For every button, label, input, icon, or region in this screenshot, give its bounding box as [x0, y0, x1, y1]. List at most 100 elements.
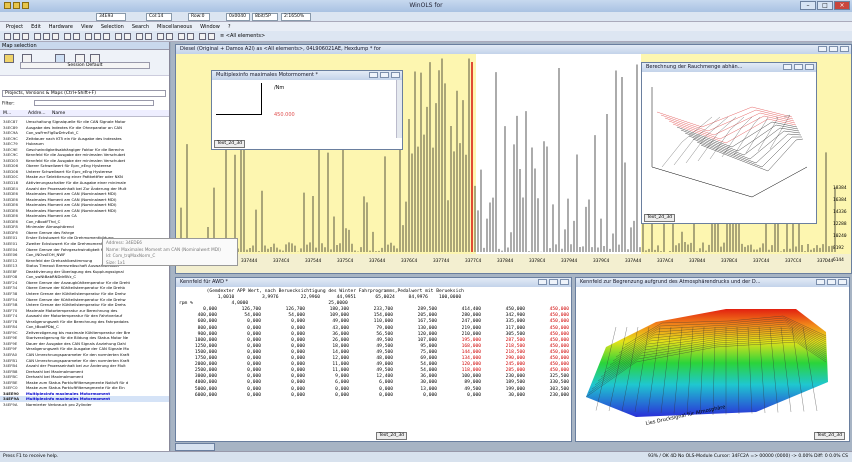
vertical-scrollbar[interactable]	[396, 80, 402, 138]
value-field[interactable]: 0x0040	[226, 13, 250, 21]
menu-item[interactable]: Hardware	[49, 24, 73, 30]
zoom-out-icon[interactable]	[166, 33, 173, 40]
status-bar: Press F1 to receive help. 93% / OK 4D No…	[0, 451, 852, 462]
x-tick-label: 337B44	[689, 258, 706, 264]
filter-input[interactable]	[34, 100, 155, 106]
checksum-icon[interactable]	[115, 33, 122, 40]
3d-view-icon[interactable]	[103, 33, 110, 40]
minimize-icon[interactable]	[818, 46, 827, 52]
table-area[interactable]: (Gemdexter APP Wert, nach Beruecksichtig…	[176, 287, 571, 433]
address-field[interactable]: 34E93	[96, 13, 126, 21]
table-row: 6000,000 0,000 0,000 0,000 0,000 0,000 0,000 30…	[179, 393, 569, 399]
selection-filter[interactable]: ≡ <All elements>	[220, 33, 265, 39]
menu-item[interactable]: Selection	[101, 24, 124, 30]
y-tick-label: 18384	[833, 185, 847, 191]
close-button[interactable]: ×	[834, 1, 850, 10]
compare-icon[interactable]	[124, 33, 131, 40]
new-icon[interactable]	[4, 33, 11, 40]
menu-item[interactable]: Window	[200, 24, 220, 30]
hex-icon[interactable]	[136, 33, 143, 40]
3d-wireframe-view[interactable]	[642, 72, 816, 214]
view-tabs[interactable]: Text_2d_3d	[644, 214, 676, 222]
y-tick-label: 14336	[833, 209, 847, 215]
cut-icon[interactable]	[34, 33, 41, 40]
filter-row: Filter:	[2, 100, 166, 107]
table-cell[interactable]: 0,000	[349, 393, 393, 399]
maximize-icon[interactable]	[794, 64, 803, 70]
maximize-icon[interactable]	[549, 279, 558, 285]
table-cell[interactable]: 0,000	[437, 393, 481, 399]
minimize-icon[interactable]	[783, 64, 792, 70]
bookmark-icon[interactable]	[199, 33, 206, 40]
maximize-icon[interactable]	[380, 72, 389, 78]
menu-item[interactable]: Project	[6, 24, 23, 30]
minimize-icon[interactable]	[816, 279, 825, 285]
view-tabs[interactable]: Text_2d_3d	[813, 432, 845, 440]
minimize-button[interactable]: –	[800, 1, 816, 10]
window-title: Berechnung der Rauchmenge abhän...	[646, 64, 743, 70]
row-field[interactable]: Row:0	[188, 13, 210, 21]
zoom-field[interactable]: 2:1650%	[281, 13, 311, 21]
find-icon[interactable]	[64, 33, 71, 40]
map-tooltip: Address: 34EDE6 Name: Maximales Moment a…	[102, 238, 238, 266]
close-icon[interactable]	[840, 46, 849, 52]
view-tabs[interactable]: Text_2d_3d	[376, 432, 408, 440]
table-cell[interactable]: 230,000	[525, 393, 569, 399]
text-view-icon[interactable]	[85, 33, 92, 40]
menu-item[interactable]: Edit	[31, 24, 41, 30]
maximize-icon[interactable]	[829, 46, 838, 52]
panel-title: Map selection	[0, 42, 169, 50]
minimize-icon[interactable]	[538, 279, 547, 285]
view-tabs[interactable]: Text_2d_3d	[214, 140, 246, 148]
table-cell[interactable]: 30,000	[481, 393, 525, 399]
tooltip-line: Size: 1x1	[106, 259, 126, 265]
x-tick-label: 337AC4	[657, 258, 674, 264]
minimize-icon[interactable]	[369, 72, 378, 78]
close-icon[interactable]	[391, 72, 400, 78]
next-map-icon[interactable]	[187, 33, 194, 40]
map-value[interactable]: 450.000	[274, 112, 295, 118]
x-tick-label: 337BC4	[721, 258, 738, 264]
paste-icon[interactable]	[52, 33, 59, 40]
session-button[interactable]: Session Default	[20, 62, 150, 69]
copy-icon[interactable]	[43, 33, 50, 40]
folder-icon[interactable]	[4, 54, 14, 63]
list-item[interactable]: 34EF9A Normierter Verbrauch pro Zylinder	[0, 402, 169, 408]
close-icon[interactable]	[838, 279, 847, 285]
prev-map-icon[interactable]	[178, 33, 185, 40]
status-help: Press F1 to receive help.	[3, 454, 59, 459]
menu-item[interactable]: View	[81, 24, 93, 30]
table-cell[interactable]: 0,000	[393, 393, 437, 399]
menu-item[interactable]: Miscellaneous	[157, 24, 192, 30]
menu-item[interactable]: Search	[132, 24, 149, 30]
table-cell[interactable]: 0,000	[305, 393, 349, 399]
col-address[interactable]: Addre...	[28, 110, 46, 117]
minimized-window[interactable]	[175, 443, 215, 451]
column-field[interactable]: Col:14	[146, 13, 172, 21]
table-cell[interactable]: 0,000	[217, 393, 261, 399]
table-cell[interactable]: 0,000	[261, 393, 305, 399]
open-icon[interactable]	[13, 33, 20, 40]
window-title: Kennfeld zur Begrenzung aufgrund des Atm…	[580, 279, 761, 285]
maximize-icon[interactable]	[827, 279, 836, 285]
menu-item[interactable]: ?	[228, 24, 231, 30]
close-icon[interactable]	[560, 279, 569, 285]
zoom-in-icon[interactable]	[157, 33, 164, 40]
col-m[interactable]: M...	[3, 110, 11, 117]
window-title: Multiplexinfo maximales Motormoment *	[216, 72, 319, 78]
selection-filter-label: All elements	[229, 33, 261, 39]
rauchmenge-window: Berechnung der Rauchmenge abhän... Text_…	[641, 62, 817, 224]
2d-view-icon[interactable]	[94, 33, 101, 40]
format-field[interactable]: 8bit/5P	[252, 13, 278, 21]
maximize-button[interactable]: □	[817, 1, 833, 10]
options-icon[interactable]	[208, 33, 215, 40]
col-name[interactable]: Name	[52, 110, 65, 117]
replace-icon[interactable]	[73, 33, 80, 40]
projects-combo[interactable]: Projects, Versions & Maps (Ctrl+Shift+F)	[2, 90, 166, 97]
window-caption: Berechnung der Rauchmenge abhän...	[642, 63, 816, 72]
dec-icon[interactable]	[145, 33, 152, 40]
close-icon[interactable]	[805, 64, 814, 70]
save-icon[interactable]	[22, 33, 29, 40]
3d-surface-view[interactable]: Lies Drucksignal für Atmosphäre	[576, 287, 849, 433]
map-view[interactable]: /Nm 450.000	[212, 80, 402, 140]
